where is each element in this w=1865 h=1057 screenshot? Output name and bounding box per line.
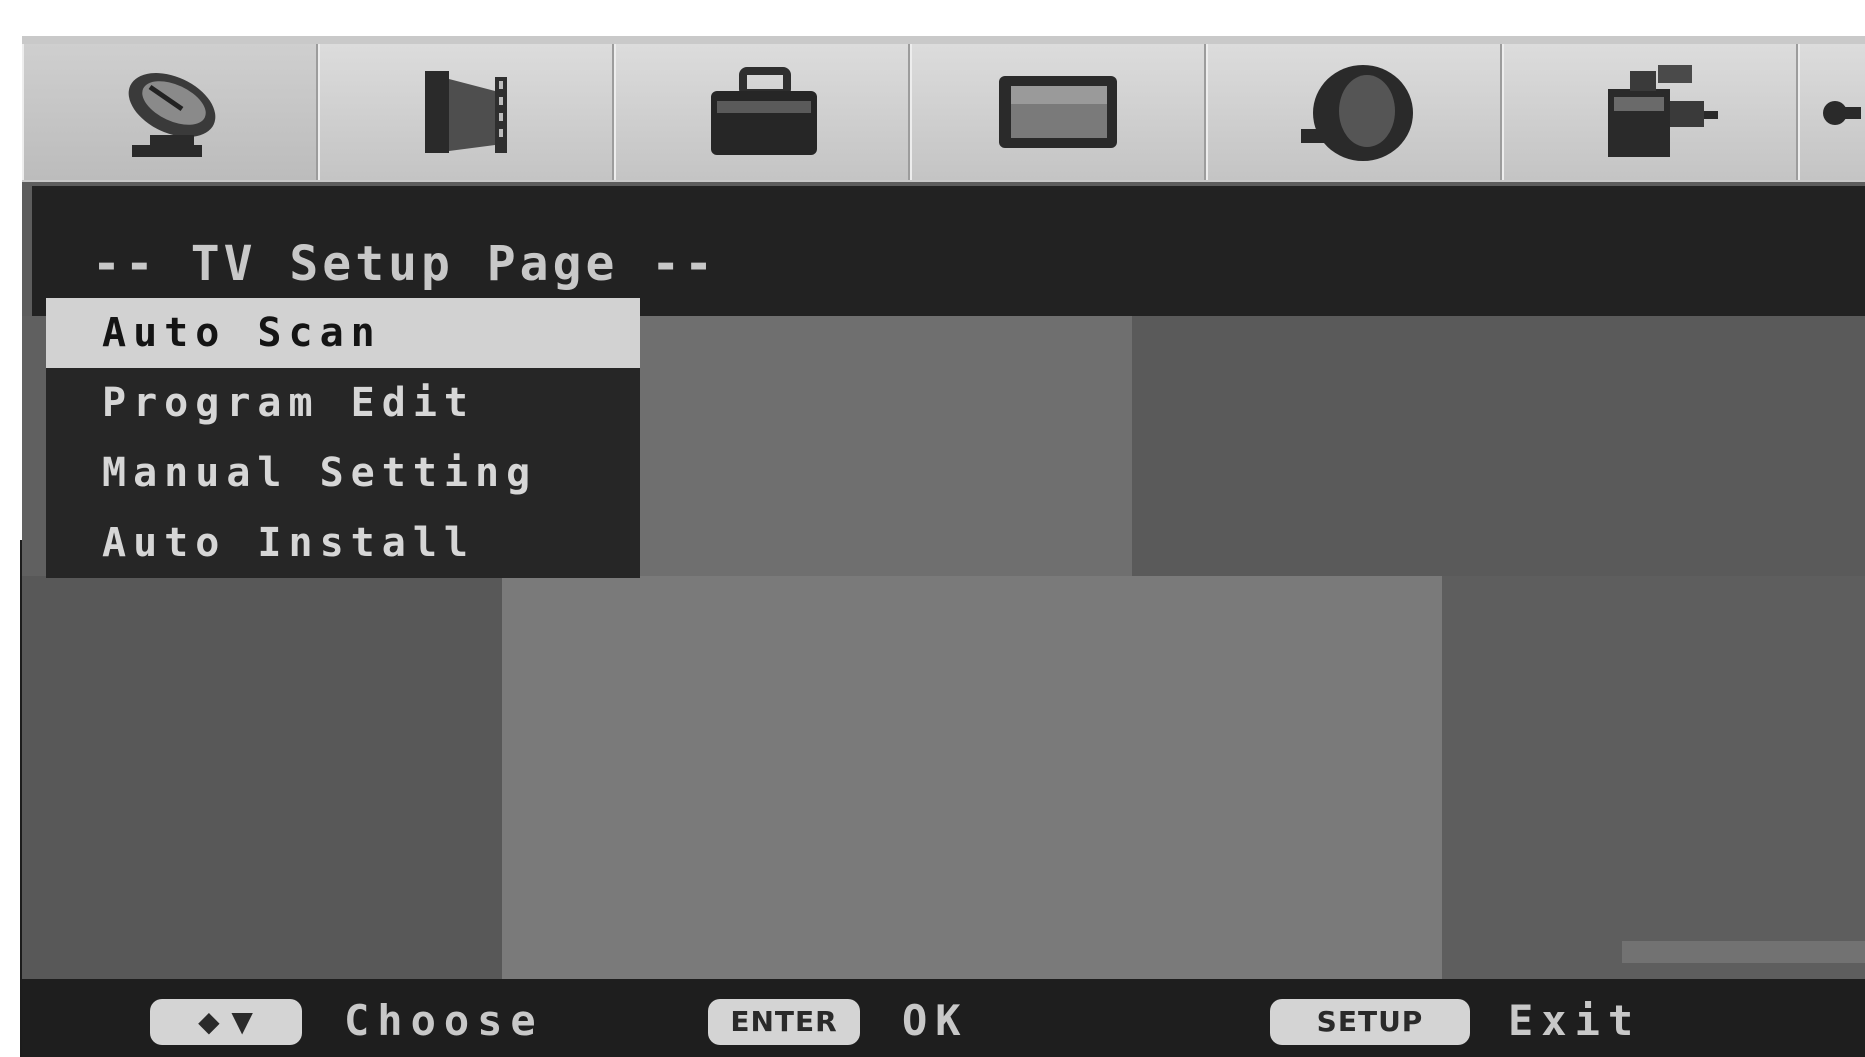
tab-satellite[interactable] (22, 44, 318, 180)
menu-item-program-edit[interactable]: Program Edit (46, 368, 640, 438)
projector-icon (1608, 65, 1718, 157)
bg-block (622, 316, 1142, 576)
tab-audio[interactable] (1206, 44, 1502, 180)
briefcase-icon (711, 67, 817, 155)
page-title: -- TV Setup Page -- (92, 236, 718, 292)
ok-hint-label: OK (902, 996, 969, 1045)
bg-block (1132, 316, 1865, 576)
menu-item-auto-scan[interactable]: Auto Scan (46, 298, 640, 368)
tab-extra[interactable] (1798, 44, 1865, 180)
bg-block (1442, 576, 1865, 979)
menu-item-manual-setting[interactable]: Manual Setting (46, 438, 640, 508)
page-title-bar: -- TV Setup Page -- (32, 186, 1865, 316)
tv-setup-screen: -- TV Setup Page -- Auto Scan Program Ed… (22, 36, 1865, 1057)
partial-icon (1823, 101, 1861, 125)
enter-key-badge: ENTER (708, 999, 860, 1045)
tab-tv-display[interactable] (910, 44, 1206, 180)
exit-hint-label: Exit (1508, 996, 1642, 1045)
tab-video[interactable] (318, 44, 614, 180)
settings-tab-bar (22, 36, 1865, 182)
choose-hint-label: Choose (344, 996, 544, 1045)
setup-key-badge: SETUP (1270, 999, 1470, 1045)
film-reel-icon (425, 71, 507, 153)
menu-item-auto-install[interactable]: Auto Install (46, 508, 640, 578)
bg-stripe (1622, 941, 1865, 963)
arrow-keys-badge: ◆ ▼ (150, 999, 302, 1045)
tab-preferences[interactable] (1502, 44, 1798, 180)
bg-block (22, 576, 502, 979)
tv-screen-icon (999, 76, 1117, 148)
speaker-icon (1301, 65, 1413, 161)
key-hint-bar: ◆ ▼ Choose ENTER OK SETUP Exit (22, 979, 1865, 1057)
tab-general[interactable] (614, 44, 910, 180)
tv-setup-menu: Auto Scan Program Edit Manual Setting Au… (46, 298, 640, 578)
bg-block (502, 576, 1442, 979)
satellite-dish-icon (128, 73, 216, 157)
